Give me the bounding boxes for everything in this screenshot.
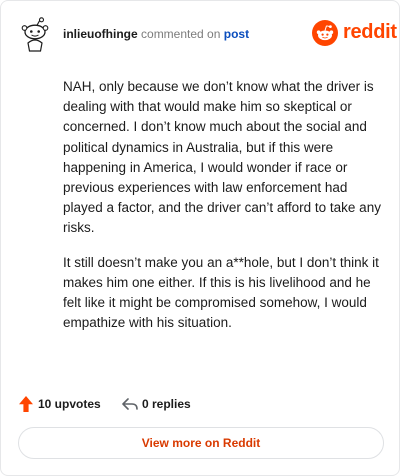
reply-count: 0 replies [142,397,191,411]
comment-embed-card: inlieuofhinge commented on post reddit N… [0,0,400,476]
comment-attribution: inlieuofhinge commented on post [63,27,249,41]
snoo-avatar-icon[interactable] [19,17,51,53]
upvote-arrow-icon[interactable] [18,395,34,413]
reddit-logo-icon [312,20,338,46]
post-link[interactable]: post [224,27,249,41]
comment-paragraph: NAH, only because we don’t know what the… [63,79,381,236]
action-text: commented on [141,27,221,41]
upvote-count: 10 upvotes [38,397,101,411]
comment-body: NAH, only because we don’t know what the… [63,77,381,347]
reddit-logo[interactable]: reddit [311,19,397,47]
comment-footer: 10 upvotes 0 replies [1,391,400,417]
reddit-wordmark: reddit [343,21,397,43]
view-more-button[interactable]: View more on Reddit [18,427,384,459]
comment-paragraph: It still doesn’t make you an a**hole, bu… [63,254,379,331]
username-link[interactable]: inlieuofhinge [63,27,138,41]
comment-header: inlieuofhinge commented on post reddit [1,1,400,65]
reply-arrow-icon[interactable] [121,395,139,413]
